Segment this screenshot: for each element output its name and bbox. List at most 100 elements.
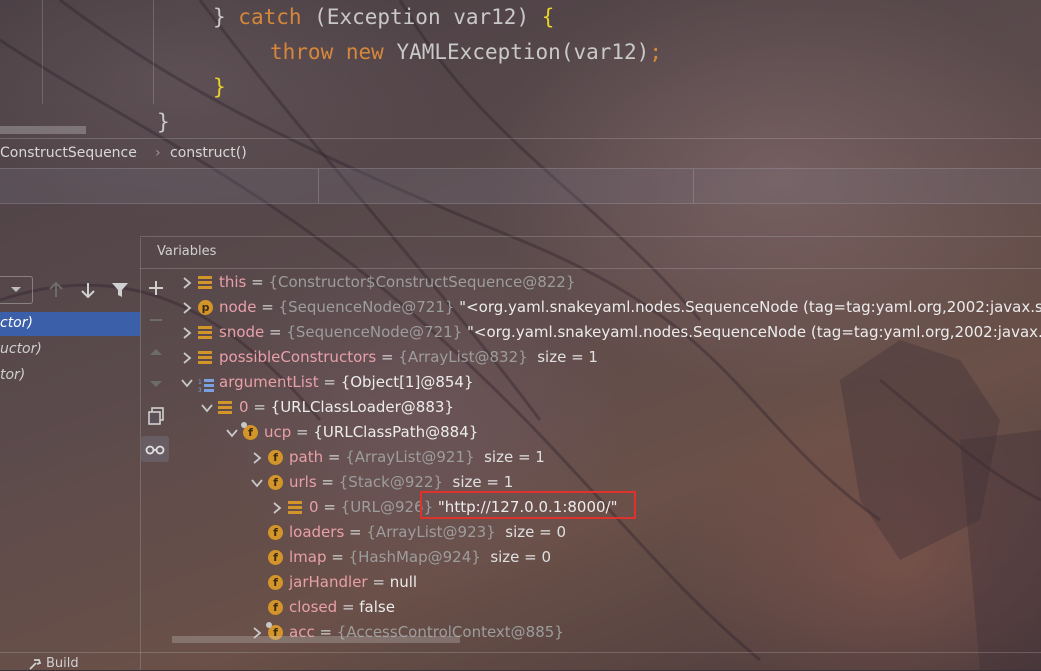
variable-name: 0 [309, 498, 319, 516]
move-up-icon[interactable] [146, 342, 166, 362]
frame-item[interactable]: uctor) [0, 338, 140, 362]
variable-row[interactable]: f loaders = {ArrayList@923} size = 0 [250, 520, 566, 545]
thread-selector-dropdown[interactable] [0, 276, 33, 304]
variable-size: size = 0 [495, 523, 567, 541]
chevron-right-icon[interactable] [180, 351, 194, 365]
variables-horizontal-scrollbar[interactable] [172, 636, 460, 643]
variable-name: jarHandler [289, 573, 368, 591]
field-icon: f [268, 600, 283, 615]
variable-value: {URLClassPath@884} [313, 423, 479, 441]
breadcrumb-item-class[interactable]: ConstructSequence [0, 145, 137, 161]
chevron-right-icon[interactable] [180, 326, 194, 340]
chevron-right-icon[interactable] [250, 451, 264, 465]
variable-name: path [289, 448, 324, 466]
move-down-icon[interactable] [146, 374, 166, 394]
variable-row[interactable]: f lmap = {HashMap@924} size = 0 [250, 545, 551, 570]
code-editor[interactable]: } catch (Exception var12) { throw new YA… [0, 0, 1041, 138]
build-tool-button[interactable]: Build [28, 656, 79, 671]
field-icon: f [268, 525, 283, 540]
variable-value: "<org.yaml.snakeyaml.nodes.SequenceNode … [462, 323, 1041, 341]
variable-row[interactable]: possibleConstructors = {ArrayList@832} s… [180, 345, 598, 370]
variable-row[interactable]: snode = {SequenceNode@721} "<org.yaml.sn… [180, 320, 1041, 345]
svg-text:3: 3 [198, 387, 202, 393]
tab-divider [318, 169, 319, 203]
variable-list-icon [218, 401, 232, 414]
variable-row[interactable]: 1 3 argumentList = {Object[1]@854} [180, 370, 474, 395]
field-icon: f [268, 575, 283, 590]
variable-equals: = [291, 423, 314, 441]
variable-value: {Object[1]@854} [340, 373, 474, 391]
chevron-right-icon[interactable] [180, 301, 194, 315]
variable-value: {URLClassLoader@883} [270, 398, 454, 416]
chevron-down-icon[interactable] [225, 426, 239, 440]
variable-row[interactable]: f ucp = {URLClassPath@884} [225, 420, 478, 445]
filter-icon[interactable] [110, 280, 130, 300]
breadcrumb-item-method[interactable]: construct() [170, 145, 247, 161]
variable-equals: = [318, 373, 341, 391]
build-label: Build [46, 656, 79, 671]
arrow-up-icon[interactable] [46, 280, 66, 300]
variable-value: "<org.yaml.snakeyaml.nodes.SequenceNode … [454, 298, 1041, 316]
variable-equals: = [318, 498, 341, 516]
breadcrumb: ConstructSequence › construct() [0, 138, 1041, 169]
variable-name: node [219, 298, 257, 316]
add-watch-icon[interactable] [146, 278, 166, 298]
panel-divider [140, 268, 1041, 269]
variable-equals: = [264, 323, 287, 341]
variable-name: ucp [264, 423, 292, 441]
variable-row[interactable]: f path = {ArrayList@921} size = 1 [250, 445, 545, 470]
variable-equals: = [316, 473, 339, 491]
svg-text:1: 1 [198, 379, 202, 386]
code-line-1: } catch (Exception var12) { [213, 5, 555, 29]
field-icon: f [268, 475, 283, 490]
code-line-2: throw new YAMLException(var12); [270, 40, 662, 64]
chevron-down-icon[interactable] [250, 476, 264, 490]
variable-row[interactable]: p node = {SequenceNode@721} "<org.yaml.sn… [180, 295, 1041, 320]
hammer-icon [29, 658, 42, 670]
field-icon: f [268, 550, 283, 565]
tab-divider [693, 169, 694, 203]
frame-item[interactable]: ctor) [0, 312, 140, 336]
variable-equals: = [248, 398, 271, 416]
variable-name: urls [289, 473, 317, 491]
url-value-highlight [420, 491, 636, 519]
variable-equals: = [376, 348, 399, 366]
arrow-down-icon[interactable] [78, 280, 98, 300]
variable-size: size = 1 [443, 473, 514, 491]
variables-toolbar [140, 238, 172, 670]
chevron-down-icon[interactable] [180, 376, 194, 390]
indent-guide [153, 0, 154, 104]
debug-tab-bar [0, 168, 1041, 204]
editor-horizontal-scrollbar[interactable] [0, 126, 86, 134]
status-bar: Build [0, 652, 1041, 671]
breadcrumb-separator: › [155, 145, 161, 161]
chevron-down-icon [11, 287, 21, 292]
frames-panel: ctor) uctor) tor) [0, 238, 141, 670]
copy-icon[interactable] [146, 406, 166, 426]
variable-equals: = [246, 273, 269, 291]
variable-value: null [389, 573, 418, 591]
variable-list-icon [198, 276, 212, 289]
variable-equals: = [367, 573, 390, 591]
variable-type: {Constructor$ConstructSequence@822} [268, 273, 576, 291]
frame-item[interactable]: tor) [0, 364, 140, 388]
array-icon: 13 [198, 376, 214, 394]
variable-row[interactable]: this = {Constructor$ConstructSequence@82… [180, 270, 575, 295]
show-types-toggle[interactable] [141, 436, 169, 462]
panel-divider [140, 236, 1041, 237]
variable-equals: = [323, 448, 346, 466]
variable-row[interactable]: f jarHandler = null [250, 570, 417, 595]
variable-size: size = 1 [527, 348, 598, 366]
code-line-4: } [157, 110, 170, 134]
remove-watch-icon[interactable] [146, 310, 166, 330]
variable-row[interactable]: f closed = false [250, 595, 395, 620]
chevron-right-icon[interactable] [270, 501, 284, 515]
variable-list-icon [198, 351, 212, 364]
chevron-down-icon[interactable] [200, 401, 214, 415]
variable-name: 0 [239, 398, 249, 416]
variable-name: closed [289, 598, 338, 616]
variable-row[interactable]: 0 = {URLClassLoader@883} [200, 395, 454, 420]
field-icon: f [241, 422, 258, 440]
chevron-right-icon[interactable] [180, 276, 194, 290]
